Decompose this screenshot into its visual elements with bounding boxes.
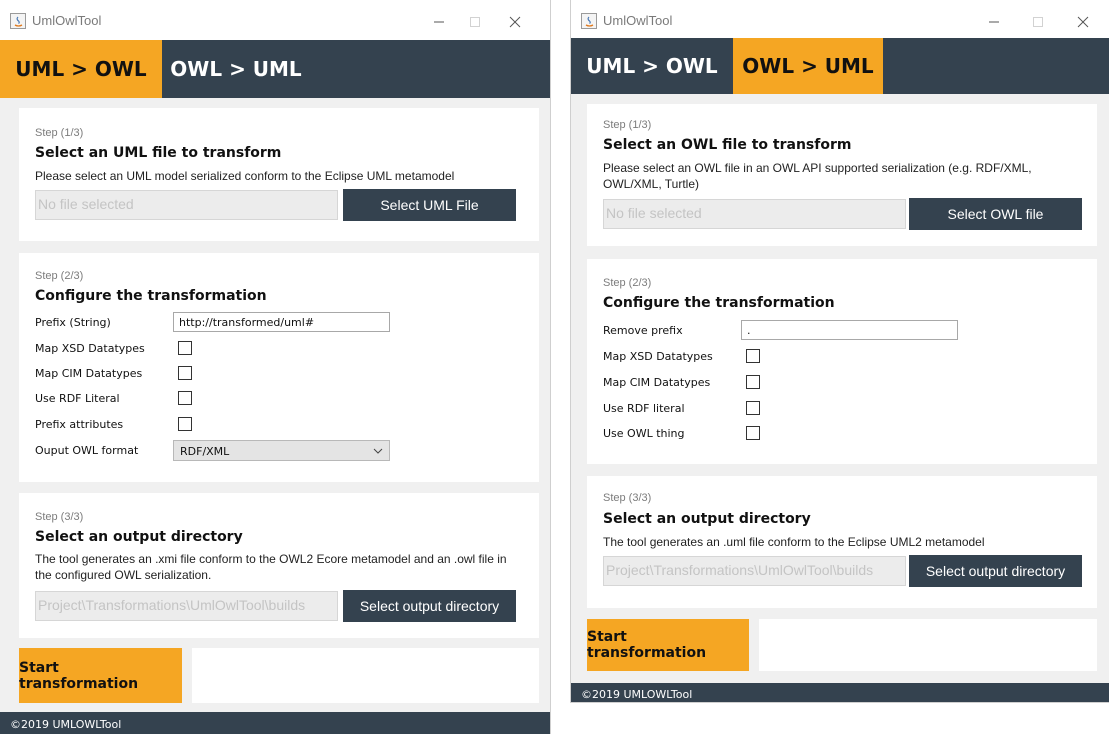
- maximize-icon[interactable]: [1023, 8, 1053, 34]
- owl-format-select[interactable]: RDF/XML: [173, 440, 390, 461]
- footer: ©2019 UMLOWLTool: [571, 683, 1109, 702]
- chevron-down-icon: [373, 448, 383, 454]
- tab-bar: UML > OWL OWL > UML: [571, 38, 1109, 94]
- step-description: Please select an UML model serialized co…: [35, 169, 455, 183]
- status-area: [192, 648, 539, 703]
- option-label: Map XSD Datatypes: [35, 342, 145, 355]
- title-bar: UmlOwlTool: [0, 0, 550, 40]
- close-icon[interactable]: [500, 8, 530, 34]
- owl-format-value: RDF/XML: [180, 445, 230, 458]
- use-rdf-literal-checkbox[interactable]: [178, 391, 192, 405]
- tab-owl-to-uml[interactable]: OWL > UML: [162, 40, 310, 98]
- window-title: UmlOwlTool: [603, 13, 673, 28]
- map-cim-checkbox[interactable]: [178, 366, 192, 380]
- step-indicator: Step (2/3): [35, 270, 84, 282]
- option-label: Use RDF literal: [603, 402, 685, 415]
- start-transformation-button[interactable]: Start transformation: [587, 619, 749, 671]
- option-label: Map CIM Datatypes: [603, 376, 711, 389]
- step1-panel: Step (1/3) Select an OWL file to transfo…: [587, 104, 1097, 246]
- step2-panel: Step (2/3) Configure the transformation …: [587, 259, 1097, 464]
- step-description: The tool generates an .xmi file conform …: [35, 552, 507, 582]
- tab-uml-to-owl[interactable]: UML > OWL: [571, 38, 733, 94]
- output-directory-field: Project\Transformations\UmlOwlTool\build…: [35, 591, 338, 621]
- option-label: Map XSD Datatypes: [603, 350, 713, 363]
- option-label: Prefix attributes: [35, 418, 124, 431]
- step-heading: Select an output directory: [603, 511, 811, 527]
- tab-uml-to-owl[interactable]: UML > OWL: [0, 40, 162, 98]
- minimize-icon[interactable]: [979, 8, 1009, 34]
- option-label: Use OWL thing: [603, 427, 685, 440]
- map-xsd-checkbox[interactable]: [178, 341, 192, 355]
- use-rdf-literal-checkbox[interactable]: [746, 401, 760, 415]
- java-app-icon: [581, 13, 597, 29]
- step-heading: Configure the transformation: [35, 288, 267, 304]
- step-description: The tool generates an .uml file conform …: [603, 535, 985, 549]
- output-directory-field: Project\Transformations\UmlOwlTool\build…: [603, 556, 906, 586]
- close-icon[interactable]: [1068, 8, 1098, 34]
- prefix-attributes-checkbox[interactable]: [178, 417, 192, 431]
- owl-file-path-field: No file selected: [603, 199, 906, 229]
- format-label: Ouput OWL format: [35, 444, 139, 457]
- map-xsd-checkbox[interactable]: [746, 349, 760, 363]
- remove-prefix-label: Remove prefix: [603, 324, 683, 337]
- use-owl-thing-checkbox[interactable]: [746, 426, 760, 440]
- select-output-directory-button[interactable]: Select output directory: [909, 555, 1082, 587]
- map-cim-checkbox[interactable]: [746, 375, 760, 389]
- maximize-icon[interactable]: [460, 8, 490, 34]
- select-owl-file-button[interactable]: Select OWL file: [909, 198, 1082, 230]
- step-heading: Select an OWL file to transform: [603, 137, 852, 153]
- step-heading: Select an UML file to transform: [35, 145, 282, 161]
- step-indicator: Step (3/3): [603, 492, 652, 504]
- select-uml-file-button[interactable]: Select UML File: [343, 189, 516, 221]
- option-label: Use RDF Literal: [35, 392, 120, 405]
- window-title: UmlOwlTool: [32, 13, 102, 28]
- step-description: Please select an OWL file in an OWL API …: [603, 161, 1032, 191]
- step-indicator: Step (1/3): [35, 127, 84, 139]
- tab-bar: UML > OWL OWL > UML: [0, 40, 550, 98]
- tab-owl-to-uml[interactable]: OWL > UML: [733, 38, 883, 94]
- status-area: [759, 619, 1097, 671]
- title-bar: UmlOwlTool: [571, 0, 1109, 40]
- prefix-label: Prefix (String): [35, 316, 111, 329]
- step-indicator: Step (2/3): [603, 277, 652, 289]
- step2-panel: Step (2/3) Configure the transformation …: [19, 253, 539, 482]
- uml-to-owl-window: UmlOwlTool UML > OWL OWL > UML Step (1/3…: [0, 0, 551, 734]
- step-indicator: Step (1/3): [603, 119, 652, 131]
- option-label: Map CIM Datatypes: [35, 367, 143, 380]
- select-output-directory-button[interactable]: Select output directory: [343, 590, 516, 622]
- step-heading: Select an output directory: [35, 529, 243, 545]
- step3-panel: Step (3/3) Select an output directory Th…: [19, 493, 539, 638]
- footer: ©2019 UMLOWLTool: [0, 712, 550, 734]
- step-indicator: Step (3/3): [35, 511, 84, 523]
- prefix-input[interactable]: http://transformed/uml#: [173, 312, 390, 332]
- step3-panel: Step (3/3) Select an output directory Th…: [587, 476, 1097, 608]
- start-transformation-button[interactable]: Start transformation: [19, 648, 182, 703]
- java-app-icon: [10, 13, 26, 29]
- uml-file-path-field: No file selected: [35, 190, 338, 220]
- step-heading: Configure the transformation: [603, 295, 835, 311]
- owl-to-uml-window: UmlOwlTool UML > OWL OWL > UML Step (1/3…: [570, 0, 1109, 703]
- minimize-icon[interactable]: [424, 8, 454, 34]
- step1-panel: Step (1/3) Select an UML file to transfo…: [19, 108, 539, 241]
- remove-prefix-input[interactable]: .: [741, 320, 958, 340]
